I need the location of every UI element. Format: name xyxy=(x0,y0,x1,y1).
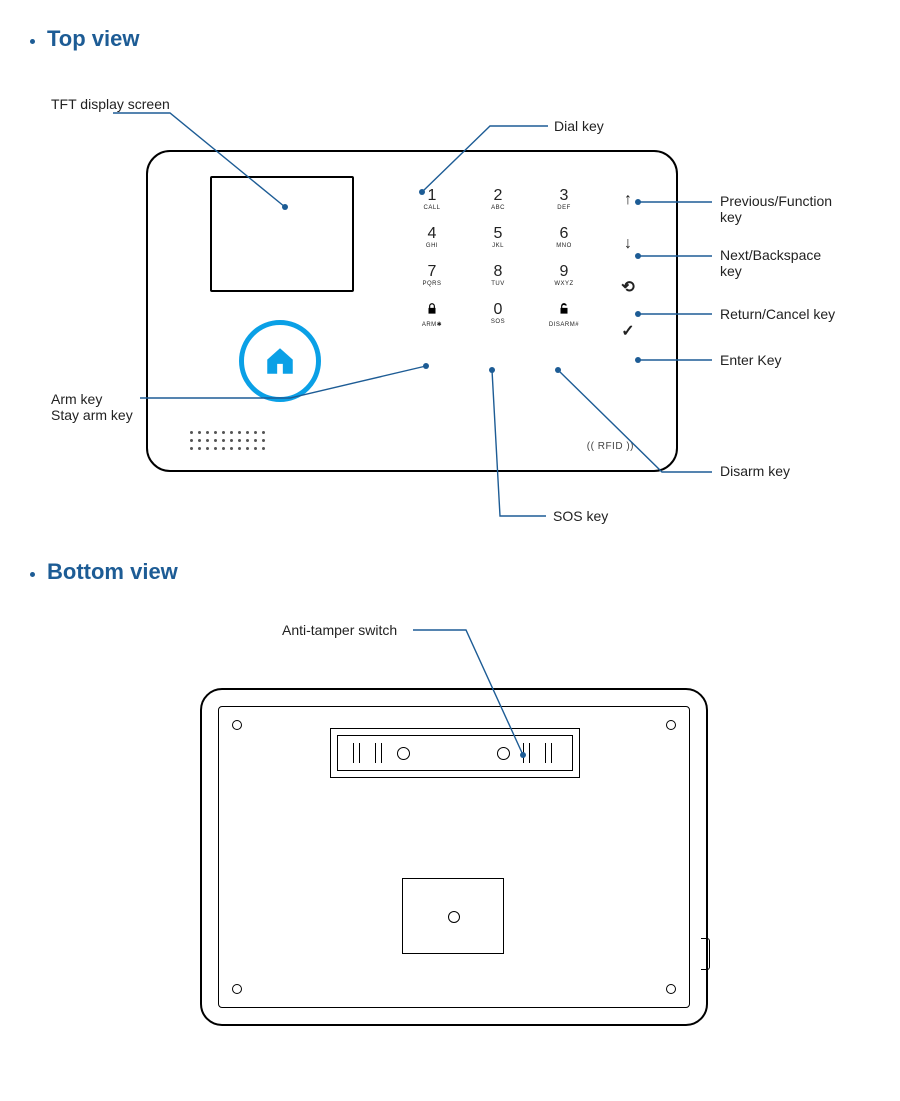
callout-next: Next/Backspace key xyxy=(720,247,821,279)
key-0: 0SOS xyxy=(474,302,522,329)
key-4: 4GHI xyxy=(408,226,456,250)
side-port xyxy=(701,938,710,970)
device-top-view: 1CALL 2ABC 3DEF 4GHI 5JKL 6MNO 7PQRS 8TU… xyxy=(146,150,678,472)
bullet-icon xyxy=(30,572,35,577)
nav-column: ↑ ↓ ⟲ ✓ xyxy=(608,192,648,340)
heading-top-view: Top view xyxy=(47,26,140,52)
keypad: 1CALL 2ABC 3DEF 4GHI 5JKL 6MNO 7PQRS 8TU… xyxy=(408,188,588,343)
callout-anti-tamper: Anti-tamper switch xyxy=(282,622,397,638)
callout-tft: TFT display screen xyxy=(51,96,170,112)
callout-arm: Arm key Stay arm key xyxy=(51,391,133,423)
key-8: 8TUV xyxy=(474,264,522,288)
arrow-down-icon: ↓ xyxy=(624,236,632,252)
callout-dial: Dial key xyxy=(554,118,604,134)
speaker-grille xyxy=(190,431,267,452)
arrow-up-icon: ↑ xyxy=(624,192,632,208)
check-icon: ✓ xyxy=(621,324,634,340)
key-6: 6MNO xyxy=(540,226,588,250)
key-9: 9WXYZ xyxy=(540,264,588,288)
home-icon xyxy=(263,344,297,378)
callout-prev: Previous/Function key xyxy=(720,193,832,225)
heading-bottom-view: Bottom view xyxy=(47,559,178,585)
lock-icon xyxy=(425,302,439,316)
callout-enter: Enter Key xyxy=(720,352,781,368)
slot-plate xyxy=(330,728,580,778)
callout-return: Return/Cancel key xyxy=(720,306,835,322)
key-3: 3DEF xyxy=(540,188,588,212)
key-1: 1CALL xyxy=(408,188,456,212)
unlock-icon xyxy=(557,302,571,316)
key-2: 2ABC xyxy=(474,188,522,212)
device-bottom-view xyxy=(200,688,708,1026)
battery-cover xyxy=(402,878,504,954)
key-7: 7PQRS xyxy=(408,264,456,288)
home-button xyxy=(239,320,321,402)
key-disarm: DISARM# xyxy=(540,302,588,329)
key-5: 5JKL xyxy=(474,226,522,250)
rfid-label: (( RFID )) xyxy=(587,441,634,452)
bullet-icon xyxy=(30,39,35,44)
key-arm: ARM✱ xyxy=(408,302,456,329)
tft-display-screen xyxy=(210,176,354,292)
return-icon: ⟲ xyxy=(621,280,634,296)
callout-sos: SOS key xyxy=(553,508,608,524)
callout-disarm: Disarm key xyxy=(720,463,790,479)
